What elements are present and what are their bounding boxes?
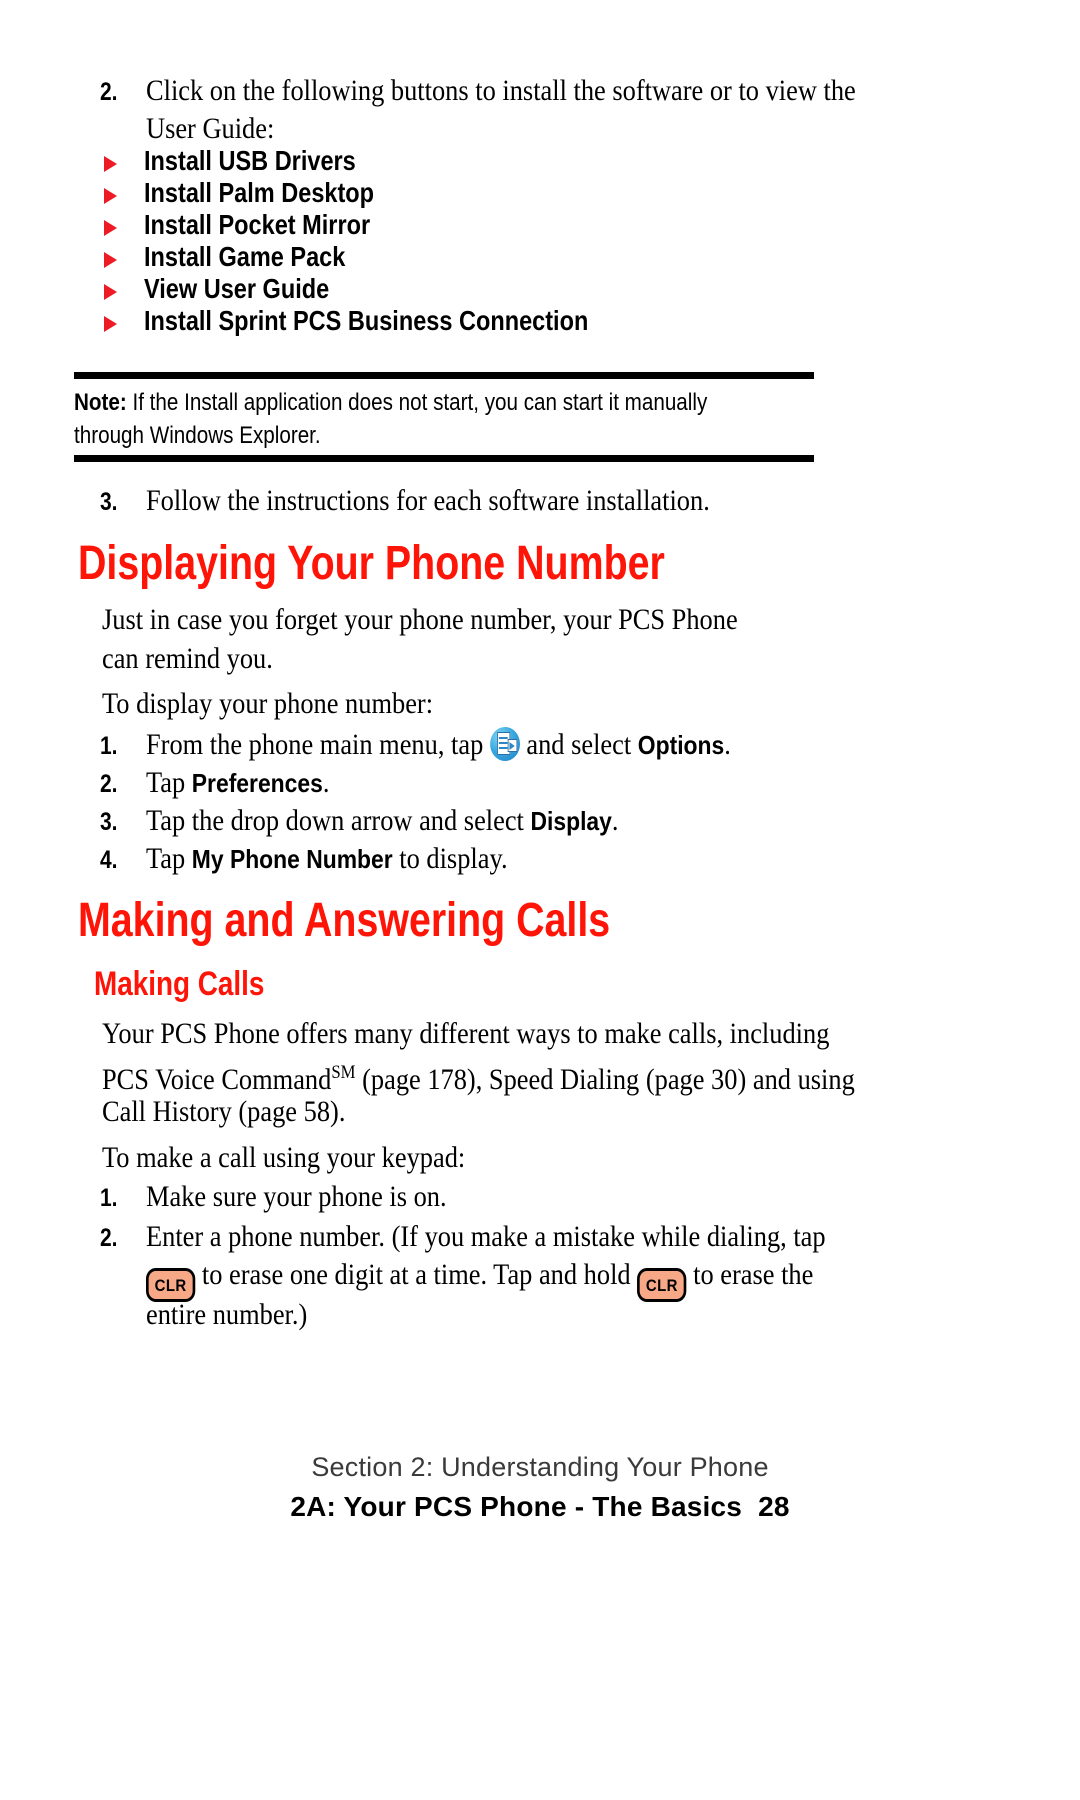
- making-calls-lead-in: To make a call using your keypad:: [102, 1141, 466, 1174]
- making-calls-paragraph-line-1: Your PCS Phone offers many different way…: [102, 1017, 830, 1050]
- call-step-2-line-2b: to erase the: [693, 1258, 814, 1291]
- call-step-2-line-3: entire number.): [146, 1298, 308, 1331]
- display-step-number-4: 4.: [100, 846, 118, 874]
- call-step-2-line-1: Enter a phone number. (If you make a mis…: [146, 1220, 826, 1253]
- display-step-1-pre: From the phone main menu, tap: [146, 728, 484, 761]
- footer-chapter-label: 2A: Your PCS Phone - The Basics: [290, 1491, 743, 1522]
- display-step-number-2: 2.: [100, 770, 118, 798]
- display-step-2-pre: Tap: [146, 766, 186, 799]
- icon-line: [498, 742, 508, 744]
- manual-page: 2. Click on the following buttons to ins…: [0, 0, 1080, 1800]
- phone-options-app-icon[interactable]: [489, 727, 520, 761]
- display-step-2-post: .: [322, 766, 330, 799]
- note-rule-bottom: [74, 455, 814, 462]
- display-step-3-post: .: [611, 804, 619, 837]
- call-step-1-text: Make sure your phone is on.: [146, 1180, 447, 1213]
- display-step-1-mid: and select: [526, 728, 632, 761]
- display-step-2-text: Tap Preferences.: [146, 764, 329, 802]
- triangle-bullet-icon: [104, 188, 117, 204]
- step-3-text: Follow the instructions for each softwar…: [146, 484, 710, 517]
- displaying-lead-in: To display your phone number:: [102, 687, 434, 720]
- display-step-3-text: Tap the drop down arrow and select Displ…: [146, 802, 618, 840]
- triangle-bullet-icon: [104, 284, 117, 300]
- page-number: 28: [758, 1491, 790, 1522]
- display-step-1-post: .: [724, 728, 731, 761]
- footer-section-label: Section 2: Understanding Your Phone: [311, 1452, 769, 1482]
- bullet-label: Install Sprint PCS Business Connection: [144, 305, 589, 336]
- display-step-3-pre: Tap the drop down arrow and select: [146, 804, 524, 837]
- footer: Section 2: Understanding Your Phone 2A: …: [0, 1452, 1080, 1523]
- display-step-3-bold: Display: [530, 806, 612, 836]
- display-step-1-bold: Options: [637, 730, 725, 760]
- page-refs-text: (page 178), Speed Dialing (page 30) and …: [355, 1063, 855, 1096]
- display-step-4-text: Tap My Phone Number to display.: [146, 840, 508, 878]
- call-step-number-2: 2.: [100, 1224, 118, 1252]
- page-title-displaying-phone-number: Displaying Your Phone Number: [78, 537, 665, 590]
- note-body: Note: If the Install application does no…: [74, 386, 736, 452]
- bullet-label: Install Palm Desktop: [144, 177, 375, 208]
- icon-arrow: [509, 742, 515, 750]
- service-mark: SM: [331, 1062, 356, 1083]
- display-step-number-1: 1.: [100, 732, 118, 760]
- display-step-1-text: From the phone main menu, tap and select…: [146, 726, 731, 764]
- step-2-line-2: User Guide:: [146, 112, 275, 145]
- triangle-bullet-icon: [104, 316, 117, 332]
- display-step-2-bold: Preferences: [191, 768, 323, 798]
- triangle-bullet-icon: [104, 220, 117, 236]
- icon-line: [498, 737, 508, 739]
- note-rule-top: [74, 372, 814, 379]
- call-step-2-line-2a: to erase one digit at a time. Tap and ho…: [201, 1258, 631, 1291]
- display-step-4-post: to display.: [392, 842, 508, 875]
- display-step-4-pre: Tap: [146, 842, 186, 875]
- displaying-intro-paragraph: Just in case you forget your phone numbe…: [102, 603, 738, 675]
- bullet-label: Install Pocket Mirror: [144, 209, 371, 240]
- subheading-making-calls: Making Calls: [94, 965, 265, 1003]
- bullet-label: Install Game Pack: [144, 241, 346, 272]
- step-number-2: 2.: [100, 78, 118, 106]
- clr-key-button[interactable]: CLR: [637, 1268, 687, 1302]
- page-title-making-answering-calls: Making and Answering Calls: [78, 894, 611, 947]
- triangle-bullet-icon: [104, 156, 117, 172]
- icon-line: [498, 747, 508, 749]
- step-2-line-1: Click on the following buttons to instal…: [146, 74, 856, 107]
- bullet-label: View User Guide: [144, 273, 330, 304]
- bullet-label: Install USB Drivers: [144, 145, 356, 176]
- display-step-4-bold: My Phone Number: [191, 844, 393, 874]
- display-step-number-3: 3.: [100, 808, 118, 836]
- note-text: If the Install application does not star…: [74, 389, 708, 449]
- making-calls-paragraph-line-3: Call History (page 58).: [102, 1095, 346, 1128]
- note-label: Note:: [74, 389, 127, 416]
- footer-chapter-line: 2A: Your PCS Phone - The Basics 28: [0, 1491, 1080, 1523]
- triangle-bullet-icon: [104, 252, 117, 268]
- step-number-3: 3.: [100, 488, 118, 516]
- call-step-number-1: 1.: [100, 1184, 118, 1212]
